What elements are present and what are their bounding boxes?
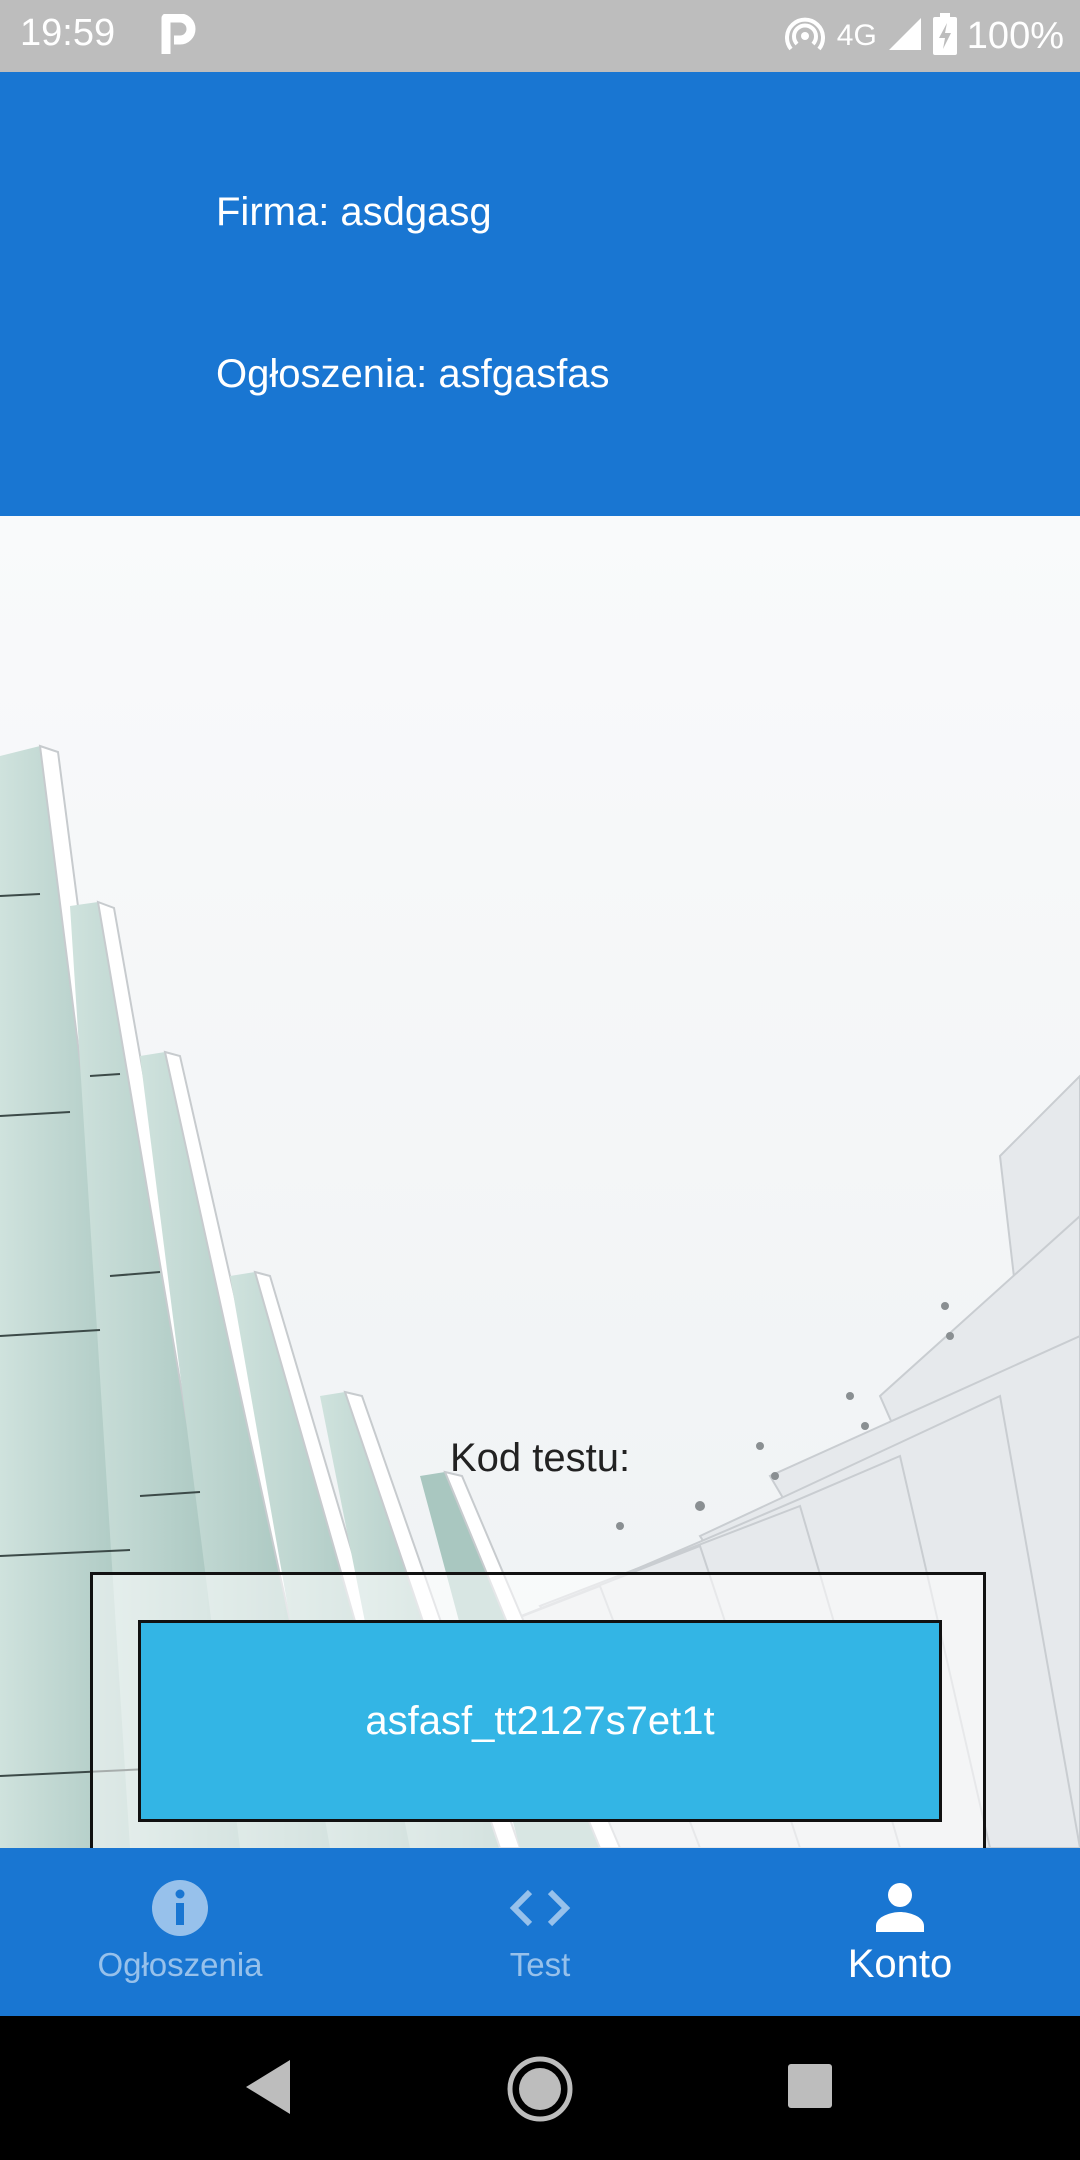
status-bar: 19:59 4G 100% [0, 0, 1080, 72]
nav-label-ogloszenia: Ogłoszenia [97, 1946, 263, 1983]
back-icon[interactable] [240, 2056, 296, 2123]
nav-label-test: Test [509, 1946, 571, 1983]
person-icon [872, 1876, 928, 1940]
battery-charging-icon [932, 12, 957, 60]
status-time: 19:59 [20, 12, 116, 54]
test-code-label: Kod testu: [449, 1436, 631, 1480]
battery-percent: 100% [966, 14, 1064, 57]
bottom-navigation: Ogłoszenia Test Konto [0, 1848, 1080, 2016]
hotspot-icon [784, 14, 825, 59]
test-code-value[interactable]: asfasf_tt2127s7et1t [138, 1620, 942, 1822]
nav-item-test[interactable]: Test [360, 1848, 720, 2016]
signal-icon [887, 16, 923, 57]
nav-item-ogloszenia[interactable]: Ogłoszenia [0, 1848, 360, 2016]
info-icon [150, 1876, 210, 1940]
company-header: Firma: asdgasg Ogłoszenia: asfgasfas [0, 72, 1080, 516]
home-icon[interactable] [505, 2054, 575, 2129]
nav-item-konto[interactable]: Konto [720, 1848, 1080, 2016]
network-type: 4G [836, 19, 877, 52]
company-name: Firma: asdgasg [216, 190, 492, 234]
parking-app-icon [160, 13, 196, 56]
code-icon [508, 1876, 572, 1940]
announcement-name: Ogłoszenia: asfgasfas [216, 352, 610, 396]
nav-label-konto: Konto [847, 1942, 953, 1986]
content-area: Kod testu: asfasf_tt2127s7et1t [0, 516, 1080, 1848]
recents-icon[interactable] [786, 2062, 834, 2115]
system-navigation-bar [0, 2016, 1080, 2160]
status-icons: 4G 100% [775, 10, 1064, 62]
